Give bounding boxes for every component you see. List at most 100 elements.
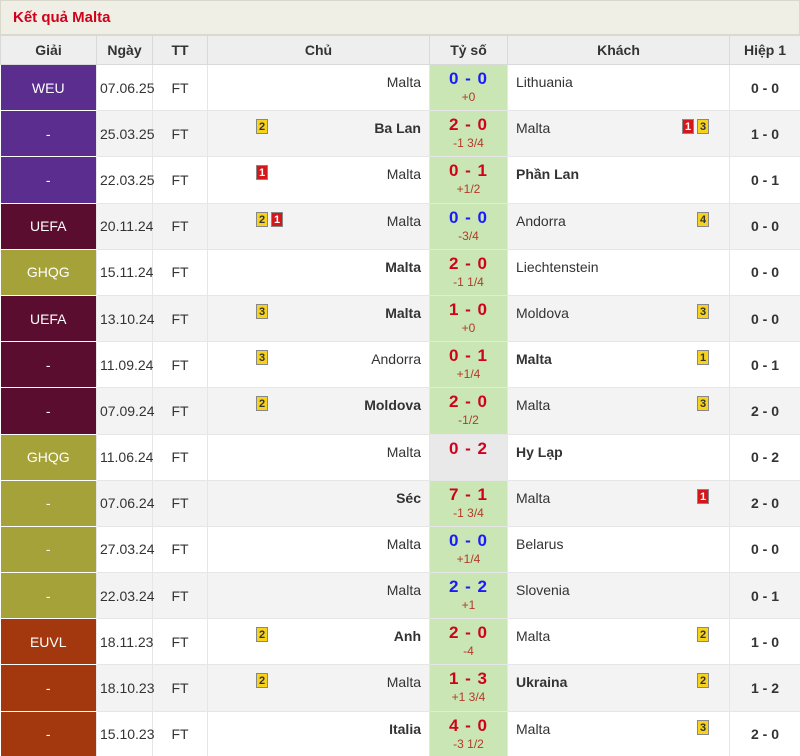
score-cell[interactable]: 2 - 0 -1 3/4 [429,110,508,158]
score-cell[interactable]: 4 - 0 -3 1/2 [429,711,508,756]
league-badge[interactable]: - [0,572,97,620]
league-badge[interactable]: UEFA [0,203,97,250]
match-row[interactable]: -07.09.24 FT 2 Moldova 2 - 0 -1/2 Malta 3 2 - 0 [0,387,800,435]
header-league[interactable]: Giải [0,35,97,65]
match-row[interactable]: -15.10.23 FT Italia 4 - 0 -3 1/2 Malta 3 2 - 0 [0,711,800,756]
home-team[interactable]: Malta [387,166,421,182]
score-cell[interactable]: 0 - 0 +1/4 [429,526,508,574]
final-score[interactable]: 2 - 0 [430,115,507,135]
match-row[interactable]: -25.03.25 FT 2 Ba Lan 2 - 0 -1 3/4 Malta 1 3 1 - … [0,110,800,158]
match-row[interactable]: -18.10.23 FT 2 Malta 1 - 3 +1 3/4 Ukraina 2 1 - … [0,664,800,712]
league-badge[interactable]: - [0,341,97,389]
home-team[interactable]: Malta [387,674,421,690]
home-team[interactable]: Malta [387,582,421,598]
score-cell[interactable]: 2 - 2 +1 [429,572,508,620]
header-away[interactable]: Khách [507,35,730,65]
home-cards: 21 [256,211,283,227]
score-cell[interactable]: 2 - 0 -1/2 [429,387,508,435]
score-cell[interactable]: 1 - 3 +1 3/4 [429,664,508,712]
score-cell[interactable]: 2 - 0 -1 1/4 [429,249,508,296]
away-team[interactable]: Phần Lan [516,166,579,182]
away-team[interactable]: Malta [516,628,550,644]
league-badge[interactable]: - [0,711,97,756]
home-team[interactable]: Malta [387,74,421,90]
header-half[interactable]: Hiệp 1 [729,35,800,65]
away-team[interactable]: Ukraina [516,674,567,690]
away-team[interactable]: Belarus [516,536,563,552]
final-score[interactable]: 4 - 0 [430,716,507,736]
away-team[interactable]: Malta [516,120,550,136]
match-row[interactable]: UEFA 20.11.24 FT 2 1 Malta 0 - 0 -3/4 Andorra 4 0 … [0,203,800,250]
league-badge[interactable]: - [0,480,97,527]
score-cell[interactable]: 0 - 2 [429,434,508,481]
league-badge[interactable]: UEFA [0,295,97,343]
home-team[interactable]: Ba Lan [374,120,421,136]
match-status: FT [152,341,208,389]
match-row[interactable]: EUVL 18.11.23 FT 2 Anh 2 - 0 -4 Malta 2 1 - 0 [0,618,800,666]
away-team[interactable]: Malta [516,721,550,737]
league-badge[interactable]: - [0,387,97,435]
league-badge[interactable]: EUVL [0,618,97,666]
final-score[interactable]: 2 - 2 [430,577,507,597]
home-team[interactable]: Malta [387,213,421,229]
home-team[interactable]: Malta [385,259,421,275]
final-score[interactable]: 2 - 0 [430,254,507,274]
header-score[interactable]: Tỷ số [429,35,508,65]
score-cell[interactable]: 0 - 1 +1/2 [429,156,508,204]
final-score[interactable]: 0 - 0 [430,69,507,89]
away-team[interactable]: Slovenia [516,582,570,598]
score-cell[interactable]: 7 - 1 -1 3/4 [429,480,508,527]
score-cell[interactable]: 2 - 0 -4 [429,618,508,666]
final-score[interactable]: 0 - 1 [430,161,507,181]
home-team[interactable]: Malta [387,444,421,460]
away-team[interactable]: Andorra [516,213,566,229]
league-badge[interactable]: - [0,110,97,158]
score-cell[interactable]: 0 - 0 +0 [429,64,508,112]
final-score[interactable]: 0 - 2 [430,439,507,459]
league-badge[interactable]: GHQG [0,249,97,296]
league-badge[interactable]: GHQG [0,434,97,481]
final-score[interactable]: 2 - 0 [430,392,507,412]
final-score[interactable]: 2 - 0 [430,623,507,643]
away-team[interactable]: Malta [516,397,550,413]
league-badge[interactable]: - [0,526,97,574]
match-row[interactable]: UEFA 13.10.24 FT 3 Malta 1 - 0 +0 Moldova 3 0 - 0 [0,295,800,343]
half-time-score: 2 - 0 [729,711,800,756]
final-score[interactable]: 1 - 3 [430,669,507,689]
match-row[interactable]: GHQG 15.11.24 FT Malta 2 - 0 -1 1/4 Liechtenst… [0,249,800,296]
home-team[interactable]: Séc [396,490,421,506]
league-badge[interactable]: - [0,664,97,712]
match-row[interactable]: -22.03.24 FT Malta 2 - 2 +1 Slovenia 0 - 1 [0,572,800,620]
away-team[interactable]: Hy Lạp [516,444,563,460]
match-row[interactable]: -27.03.24 FT Malta 0 - 0 +1/4 Belarus 0 - 0 [0,526,800,574]
home-team[interactable]: Italia [389,721,421,737]
final-score[interactable]: 1 - 0 [430,300,507,320]
match-row[interactable]: -07.06.24 FT Séc 7 - 1 -1 3/4 Malta 1 2 - 0 [0,480,800,527]
home-team[interactable]: Malta [387,536,421,552]
final-score[interactable]: 0 - 0 [430,208,507,228]
match-row[interactable]: -11.09.24 FT 3 Andorra 0 - 1 +1/4 Malta 1 0 - 1 [0,341,800,389]
league-badge[interactable]: - [0,156,97,204]
away-team[interactable]: Liechtenstein [516,259,599,275]
final-score[interactable]: 7 - 1 [430,485,507,505]
away-team[interactable]: Malta [516,351,552,367]
home-team[interactable]: Malta [385,305,421,321]
away-team[interactable]: Moldova [516,305,569,321]
home-team[interactable]: Andorra [371,351,421,367]
match-row[interactable]: WEU 07.06.25 FT Malta 0 - 0 +0 Lithuania 0 - 0 [0,64,800,112]
league-badge[interactable]: WEU [0,64,97,112]
final-score[interactable]: 0 - 1 [430,346,507,366]
header-date[interactable]: Ngày [96,35,153,65]
score-cell[interactable]: 0 - 1 +1/4 [429,341,508,389]
home-team[interactable]: Anh [394,628,421,644]
score-cell[interactable]: 0 - 0 -3/4 [429,203,508,250]
header-status[interactable]: TT [152,35,208,65]
header-home[interactable]: Chủ [207,35,430,65]
home-team[interactable]: Moldova [364,397,421,413]
away-team[interactable]: Malta [516,490,550,506]
match-row[interactable]: GHQG 11.06.24 FT Malta 0 - 2 Hy Lạp 0 - 2 [0,434,800,481]
match-row[interactable]: -22.03.25 FT 1 Malta 0 - 1 +1/2 Phần Lan 0 - 1 [0,156,800,204]
score-cell[interactable]: 1 - 0 +0 [429,295,508,343]
final-score[interactable]: 0 - 0 [430,531,507,551]
away-team[interactable]: Lithuania [516,74,573,90]
